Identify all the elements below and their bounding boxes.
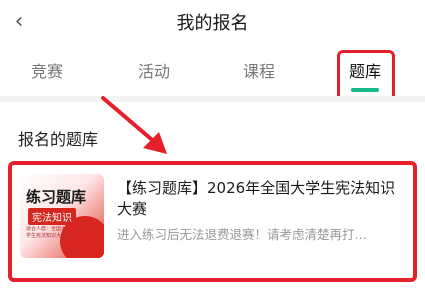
section-title: 报名的题库 (18, 130, 99, 149)
tab-course[interactable]: 课程 (229, 58, 289, 82)
item-description: 进入练习后无法退费退赛！请考虑清楚再打… (117, 227, 368, 242)
header-bar: ‹ 我的报名 (0, 0, 425, 46)
item-title[interactable]: 【练习题库】2026年全国大学生宪法知识大赛 (117, 178, 397, 220)
tab-competition[interactable]: 竞赛 (17, 58, 77, 82)
item-thumbnail: 练习题库 宪法知识 适合人群：全国大学生宪法知识大赛 (20, 174, 104, 258)
page-title: 我的报名 (176, 13, 249, 34)
thumbnail-fine-print: 适合人群：全国大学生宪法知识大赛 (26, 226, 66, 239)
tab-activity[interactable]: 活动 (124, 58, 184, 82)
thumbnail-title: 练习题库 (26, 188, 87, 206)
thumbnail-subtitle: 宪法知识 (28, 208, 76, 225)
highlight-box-tab (337, 50, 395, 102)
pointer-arrow-icon (101, 96, 167, 154)
